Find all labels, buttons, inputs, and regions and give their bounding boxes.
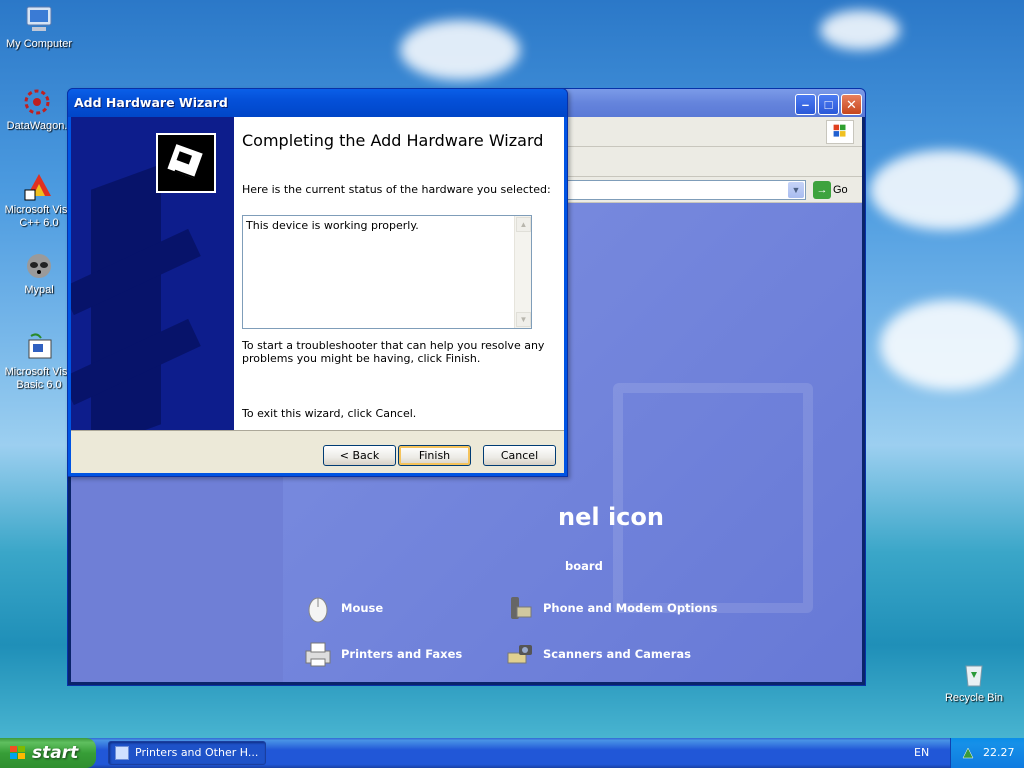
start-label: start — [32, 743, 79, 763]
datawagon-icon — [24, 89, 50, 115]
raccoon-icon — [27, 254, 51, 278]
folder-icon — [115, 746, 129, 760]
hardware-card-icon — [156, 133, 216, 193]
cloud — [880, 300, 1020, 390]
cp-item-mouse[interactable]: Mouse — [303, 593, 383, 623]
visual-basic-icon — [28, 333, 52, 359]
status-intro-text: Here is the current status of the hardwa… — [242, 183, 551, 196]
cp-item-printers-faxes[interactable]: Printers and Faxes — [303, 639, 462, 669]
desktop-icon-vb[interactable]: Microsoft Visu Basic 6.0 — [2, 332, 76, 392]
scroll-down-icon[interactable]: ▼ — [516, 312, 531, 327]
go-label: Go — [833, 184, 848, 196]
maximize-button[interactable]: □ — [818, 94, 839, 115]
minimize-button[interactable]: – — [795, 94, 816, 115]
wizard-button-bar: < Back Finish Cancel — [71, 430, 564, 473]
status-textbox[interactable]: This device is working properly. ▲ ▼ — [242, 215, 532, 329]
taskbar-item-label: Printers and Other H... — [135, 746, 259, 759]
wizard-content: Completing the Add Hardware Wizard Here … — [234, 117, 564, 430]
cp-item-phone-modem[interactable]: Phone and Modem Options — [505, 593, 717, 623]
watermark-checkmark — [613, 383, 813, 613]
phone-icon — [511, 597, 532, 619]
wizard-side-banner — [71, 117, 234, 430]
desktop-icon-my-computer[interactable]: My Computer — [2, 4, 76, 51]
desktop-icon-label: Recycle Bin — [944, 692, 1004, 704]
troubleshoot-text-line1: To start a troubleshooter that can help … — [242, 339, 545, 352]
visual-cpp-icon — [24, 174, 51, 201]
network-icon[interactable] — [961, 746, 975, 760]
desktop-icon-label: My Computer — [5, 38, 73, 50]
desktop-icon-label: Mypal — [24, 284, 54, 296]
scanner-camera-icon — [507, 645, 532, 664]
mouse-icon — [308, 597, 328, 623]
desktop-icon-label: DataWagon. — [6, 120, 68, 132]
cloud — [400, 20, 520, 80]
printer-icon — [305, 642, 331, 667]
cloud — [820, 10, 900, 50]
dialog-title: Add Hardware Wizard — [68, 89, 567, 117]
desktop-icon-label: Microsoft Visu Basic 6.0 — [4, 366, 74, 391]
go-button[interactable]: → Go — [811, 180, 863, 200]
go-arrow-icon: → — [813, 181, 831, 199]
cloud — [870, 150, 1020, 230]
windows-flag-icon — [10, 746, 25, 759]
scroll-up-icon[interactable]: ▲ — [516, 217, 531, 232]
clock[interactable]: 22.27 — [983, 738, 1015, 768]
wizard-heading: Completing the Add Hardware Wizard — [242, 131, 544, 150]
desktop-icon-label: Microsoft Visu C++ 6.0 — [4, 204, 74, 229]
exit-instruction-text: To exit this wizard, click Cancel. — [242, 407, 417, 420]
start-button[interactable]: start — [0, 738, 96, 768]
back-button[interactable]: < Back — [323, 445, 396, 466]
desktop-icon-recycle-bin[interactable]: Recycle Bin — [937, 658, 1011, 705]
desktop-icon-mypal[interactable]: Mypal — [2, 250, 76, 297]
desktop-icon-datawagon[interactable]: DataWagon. — [0, 86, 74, 133]
windows-logo-icon — [826, 120, 854, 144]
language-indicator[interactable]: EN — [914, 738, 929, 768]
cp-item-scanners-cameras[interactable]: Scanners and Cameras — [505, 639, 691, 669]
close-button[interactable]: ✕ — [841, 94, 862, 115]
desktop-icon-vcpp[interactable]: Microsoft Visu C++ 6.0 — [2, 170, 76, 230]
finish-button[interactable]: Finish — [398, 445, 471, 466]
troubleshoot-text-line2: problems you might be having, click Fini… — [242, 352, 481, 365]
computer-icon — [26, 6, 52, 31]
status-text: This device is working properly. — [246, 219, 419, 232]
cp-item-keyboard[interactable]: board — [565, 559, 603, 573]
taskbar-item-printers[interactable]: Printers and Other H... — [108, 741, 266, 765]
system-tray: 22.27 — [950, 738, 1024, 768]
pick-icon-heading: nel icon — [558, 503, 664, 531]
add-hardware-wizard-dialog: Add Hardware Wizard Completing the Add H… — [67, 88, 568, 477]
recycle-bin-icon — [965, 665, 983, 687]
chevron-down-icon[interactable]: ▼ — [788, 182, 804, 198]
status-scrollbar[interactable]: ▲ ▼ — [514, 216, 531, 328]
cancel-button[interactable]: Cancel — [483, 445, 556, 466]
wizard-body: Completing the Add Hardware Wizard Here … — [71, 117, 564, 473]
address-input[interactable]: ▼ — [566, 180, 806, 200]
taskbar: start Printers and Other H... EN 22.27 — [0, 738, 1024, 768]
